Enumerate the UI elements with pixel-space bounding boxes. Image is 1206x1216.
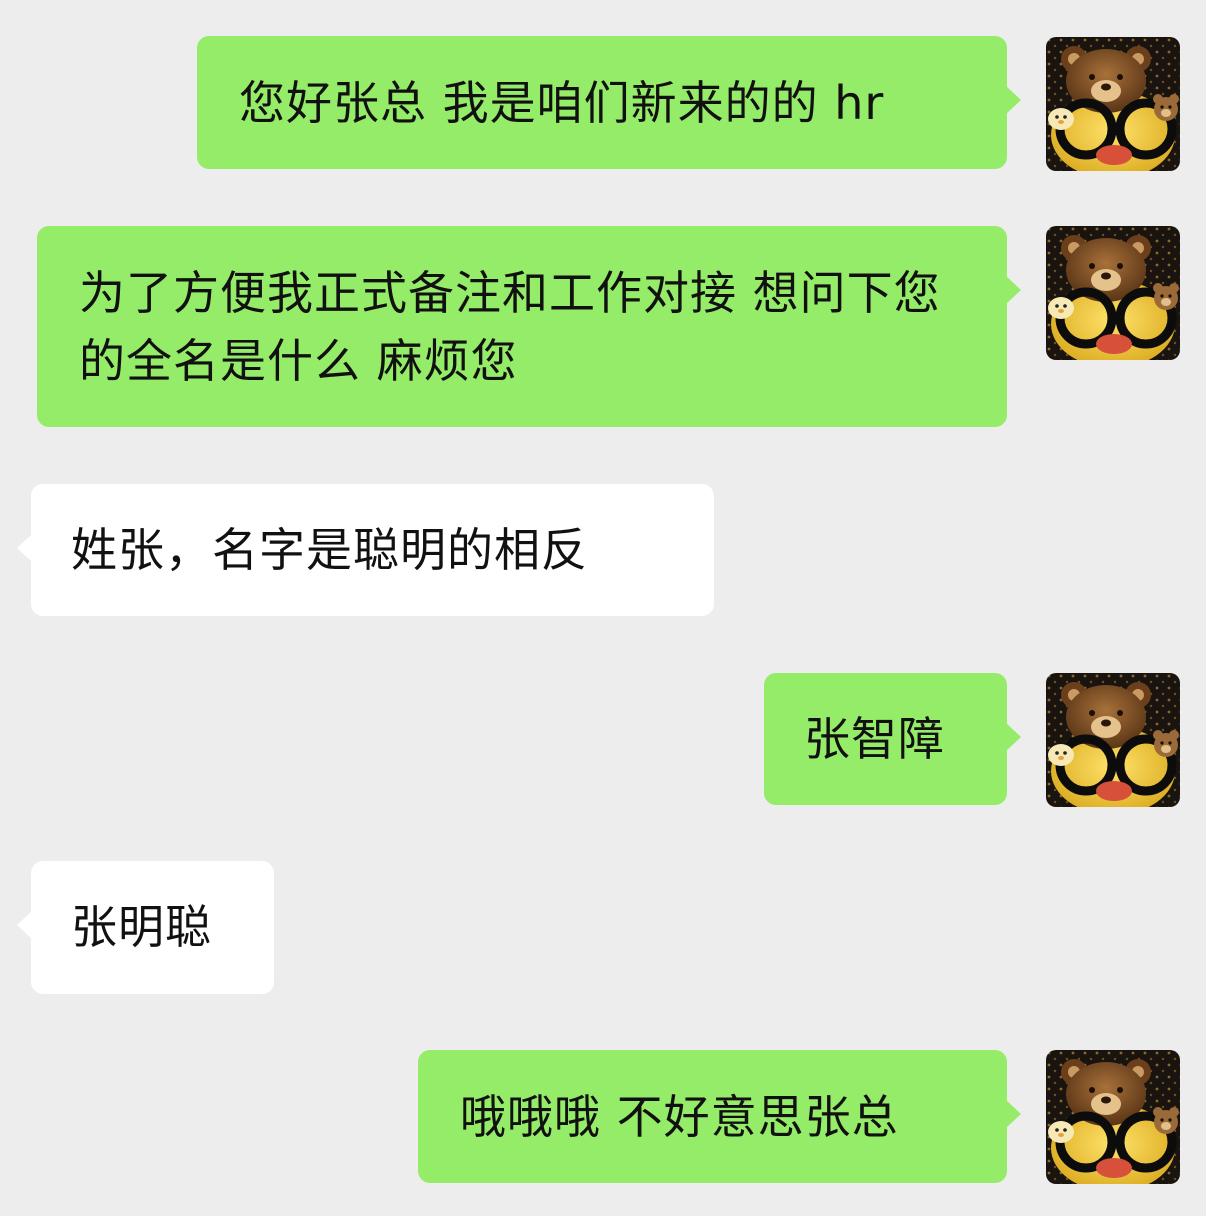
message-text: 姓张，名字是聪明的相反 — [71, 523, 588, 577]
message-text: 哦哦哦 不好意思张总 — [460, 1090, 899, 1144]
self-avatar[interactable] — [1046, 37, 1180, 171]
message-bubble-sent[interactable]: 为了方便我正式备注和工作对接 想问下您的全名是什么 麻烦您 — [37, 226, 1021, 427]
self-avatar[interactable] — [1046, 226, 1180, 360]
message-text: 张智障 — [804, 712, 945, 766]
message-bubble-received[interactable]: 姓张，名字是聪明的相反 — [17, 484, 714, 616]
message-bubble-sent[interactable]: 张智障 — [764, 673, 1021, 805]
message-bubble-sent[interactable]: 哦哦哦 不好意思张总 — [418, 1050, 1021, 1183]
self-avatar[interactable] — [1046, 673, 1180, 807]
message-text: 为了方便我正式备注和工作对接 想问下您的全名是什么 麻烦您 — [79, 266, 941, 388]
bear-with-glasses-icon — [1046, 226, 1180, 360]
bear-with-glasses-icon — [1046, 1050, 1180, 1184]
message-text: 张明聪 — [71, 900, 212, 954]
bear-with-glasses-icon — [1046, 673, 1180, 807]
message-bubble-received[interactable]: 张明聪 — [17, 861, 274, 994]
self-avatar[interactable] — [1046, 1050, 1180, 1184]
bear-with-glasses-icon — [1046, 37, 1180, 171]
message-bubble-sent[interactable]: 您好张总 我是咱们新来的的 hr — [197, 36, 1021, 169]
message-text: 您好张总 我是咱们新来的的 hr — [239, 76, 885, 130]
